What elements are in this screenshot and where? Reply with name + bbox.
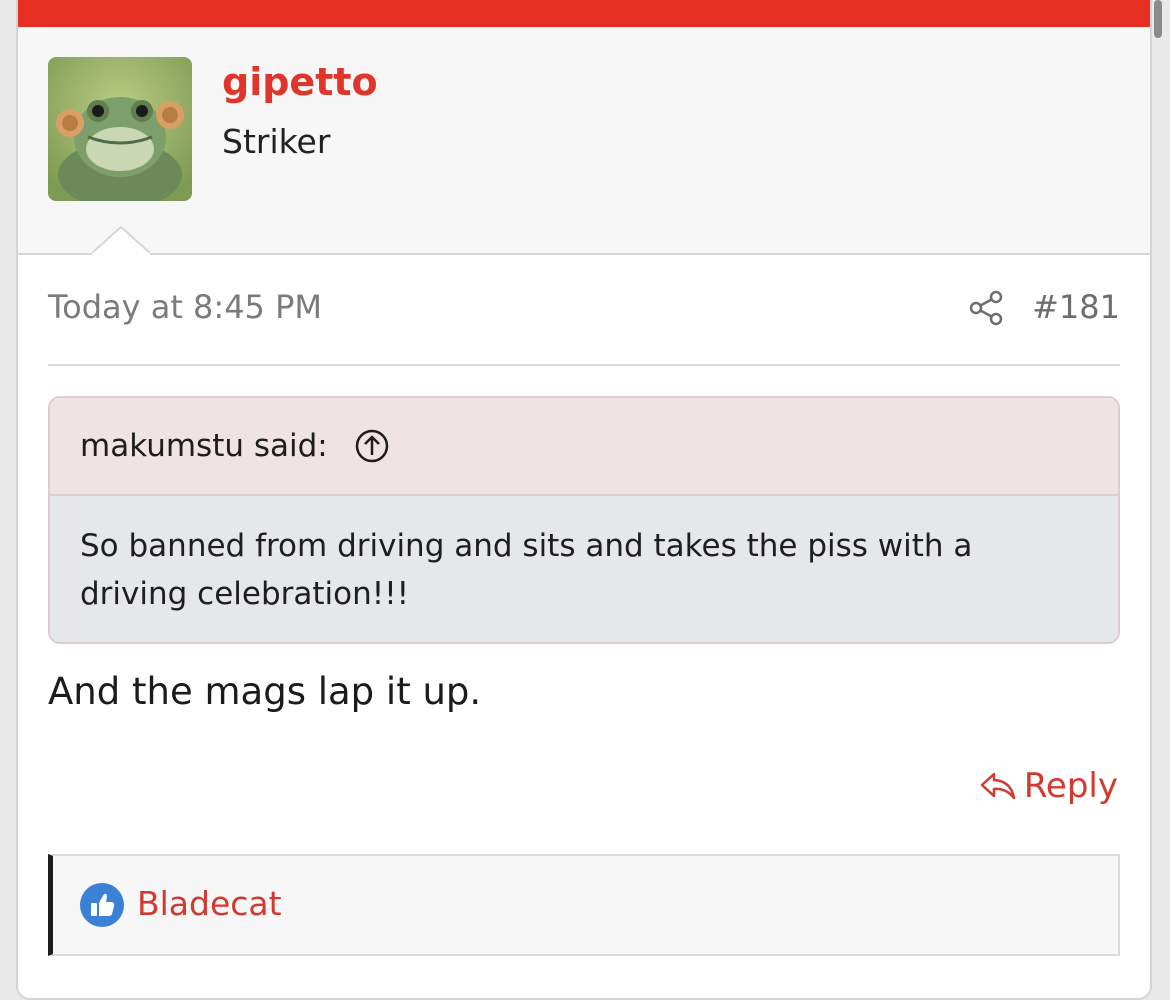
quote-block: makumstu said: So banned from driving an… [48,396,1120,644]
user-title: Striker [222,122,331,161]
frog-avatar-icon [48,57,192,201]
caret-icon [92,225,150,255]
thumbs-up-icon [80,883,124,927]
reply-label: Reply [1023,766,1118,806]
post-number[interactable]: #181 [1032,288,1120,326]
username[interactable]: gipetto [222,60,378,104]
post-card: gipetto Striker Today at 8:45 PM #181 ma… [16,0,1152,1000]
post-timestamp[interactable]: Today at 8:45 PM [48,288,322,326]
quote-text: So banned from driving and sits and take… [80,528,973,612]
arrow-up-circle-icon[interactable] [354,428,390,464]
accent-bar [18,0,1150,27]
quote-author[interactable]: makumstu said: [80,428,328,464]
share-icon[interactable] [966,288,1006,328]
reactions-bar: Bladecat [48,854,1120,956]
post-user-header: gipetto Striker [18,27,1150,255]
quote-body: So banned from driving and sits and take… [50,496,1118,642]
scrollbar[interactable] [1154,0,1162,38]
reaction-users[interactable]: Bladecat [137,884,282,923]
post-meta: Today at 8:45 PM #181 [48,278,1120,366]
quote-header: makumstu said: [50,398,1118,496]
avatar[interactable] [48,57,192,201]
reply-button[interactable]: Reply [978,766,1118,806]
reply-icon [980,772,1016,800]
post-body: And the mags lap it up. [48,670,482,713]
